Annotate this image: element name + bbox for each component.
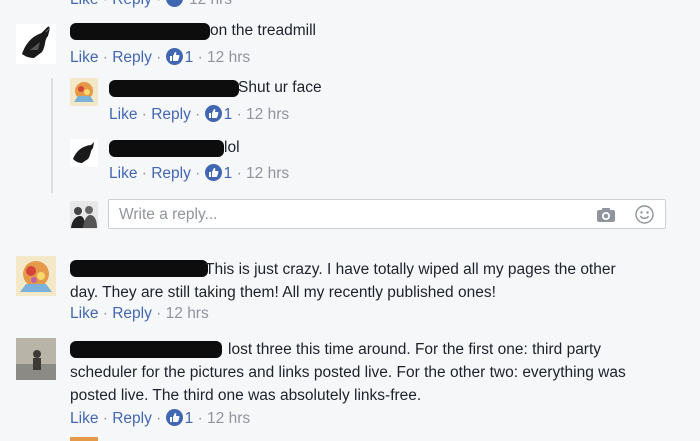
comment-actions: Like · Reply · 1 · 12 hrs [109,164,290,182]
reply-input[interactable] [117,204,581,226]
reply-link[interactable]: Reply [112,0,152,8]
redacted-name [109,80,239,97]
camera-icon[interactable] [596,207,616,228]
comment-text: Shut ur face [238,79,322,96]
like-count-icon [165,0,183,7]
comment-text: on the treadmill [210,22,316,39]
comment-text: This is just crazy. I have totally wiped… [70,261,616,301]
like-link[interactable]: Like [70,0,98,8]
like-count-icon [204,105,222,122]
like-link[interactable]: Like [70,305,98,322]
comment-time[interactable]: 12 hrs [246,165,289,182]
comment-actions: Like · Reply · 12 hrs [70,305,209,322]
like-count-icon [165,409,183,426]
avatar[interactable] [16,338,56,380]
comment-time[interactable]: 12 hrs [207,410,250,427]
comment-actions: Like · Reply · 1 · 12 hrs [109,105,290,123]
reply-link[interactable]: Reply [151,165,191,182]
avatar[interactable] [70,78,98,106]
like-link[interactable]: Like [70,49,98,66]
comment-actions: Like · Reply · 1 · 12 hrs [70,409,251,427]
comment-time[interactable]: 12 hrs [189,0,232,8]
comment-text: lost three this time around. For the fir… [70,341,626,404]
reply-thread-line [51,78,53,193]
reply-link[interactable]: Reply [151,106,191,123]
like-link[interactable]: Like [109,106,137,123]
like-link[interactable]: Like [109,165,137,182]
reply-link[interactable]: Reply [112,49,152,66]
comment-time[interactable]: 12 hrs [166,305,209,322]
reply-link[interactable]: Reply [112,305,152,322]
like-link[interactable]: Like [70,410,98,427]
emoji-icon[interactable] [635,205,654,229]
user-avatar [70,201,98,229]
redacted-name [109,140,224,157]
like-count-icon [165,48,183,65]
reply-composer[interactable] [108,199,666,229]
like-count-icon [204,164,222,181]
like-count[interactable]: 1 [224,165,233,182]
reply-link[interactable]: Reply [112,410,152,427]
comment-actions: Like · Reply · 1 · 12 hrs [70,48,251,66]
avatar[interactable] [70,139,98,167]
like-count[interactable]: 1 [185,49,194,66]
comment-text: lol [224,139,240,156]
avatar [70,437,98,441]
redacted-name [70,23,210,40]
comment-time[interactable]: 12 hrs [207,49,250,66]
avatar[interactable] [16,256,56,296]
comment-time[interactable]: 12 hrs [246,106,289,123]
avatar[interactable] [16,24,56,64]
like-count[interactable]: 1 [185,410,194,427]
like-count[interactable]: 1 [224,106,233,123]
comment-actions-partial: Like · Reply · 12 hrs [70,0,232,9]
